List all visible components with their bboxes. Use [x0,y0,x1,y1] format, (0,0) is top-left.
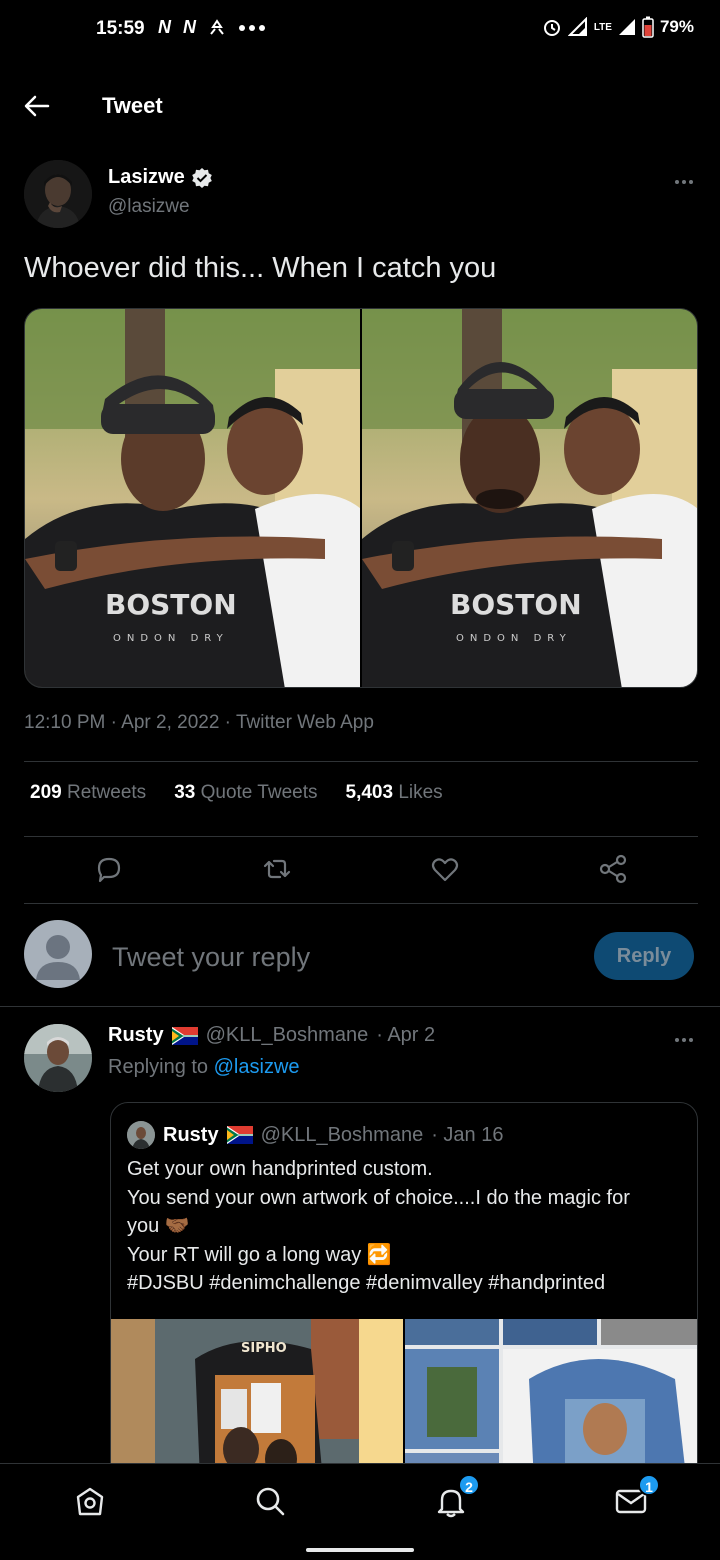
shirt-print-subtext: ONDON DRY [113,633,229,644]
likes-stat[interactable]: 5,403 Likes [346,782,443,804]
quote-author-name: Rusty [163,1123,219,1146]
reply-composer: Tweet your reply Reply [24,920,696,990]
divider [0,1006,720,1007]
quote-date: · Jan 16 [431,1123,504,1146]
retweets-count: 209 [30,782,62,803]
alarm-icon [543,20,560,36]
search-icon[interactable] [253,1484,287,1518]
notifications-tab[interactable]: 2 [434,1474,480,1518]
tweet-photo-1[interactable]: BOSTON ONDON DRY [25,309,360,687]
quote-text: Get your own handprinted custom. You sen… [127,1155,687,1298]
quote-tweets-count: 33 [174,782,196,803]
notifications-badge: 2 [458,1474,480,1496]
likes-label: Likes [398,782,443,803]
tweet-author: Lasizwe @lasizwe [24,160,696,232]
reply-button[interactable]: Reply [594,932,694,980]
quote-author-avatar [127,1121,155,1149]
south-africa-flag-icon [171,1026,198,1045]
bottom-nav: 2 1 [0,1463,720,1560]
home-icon[interactable] [73,1484,107,1518]
quote-hashtags: #DJSBU #denimchallenge #denimvalley #han… [127,1272,606,1294]
tweet-stats: 209 Retweets 33 Quote Tweets 5,403 Likes [30,782,443,804]
reply-header: Rusty @KLL_Boshmane · Apr 2 [108,1024,435,1047]
shirt-print-text: BOSTON [450,588,582,621]
shirt-print-subtext: ONDON DRY [456,633,572,644]
tweet-timestamp: 12:10 PM · Apr 2, 2022 · Twitter Web App [24,712,374,733]
divider [24,761,698,762]
netflix-icon: N [183,17,196,37]
more-dots-icon [239,24,265,31]
reply-author-handle: @KLL_Boshmane [205,1024,369,1046]
tweet-media[interactable]: BOSTON ONDON DRY BOSTON ONDON DRY [24,308,698,688]
jacket-print-text: SIPHO [241,1341,287,1356]
quote-tweets-label: Quote Tweets [200,782,318,803]
battery-level: 79% [659,17,694,36]
signal-icon [618,19,635,35]
tweet-text: Whoever did this... When I catch you [24,252,497,284]
retweet-icon[interactable] [260,852,294,886]
reply-author-avatar[interactable] [24,1024,92,1092]
tweet-photo-2[interactable]: BOSTON ONDON DRY [362,309,697,687]
shirt-print-text: BOSTON [105,588,237,621]
battery-icon [642,16,654,38]
status-bar: 15:59 N N LTE 79% [0,0,720,60]
like-heart-icon[interactable] [428,852,462,886]
verified-badge-icon [191,167,212,188]
quote-header: Rusty @KLL_Boshmane · Jan 16 [127,1121,503,1149]
status-time: 15:59 [96,18,145,39]
tweet-actions [24,852,698,888]
quoted-tweet[interactable]: Rusty @KLL_Boshmane · Jan 16 Get your ow… [110,1102,698,1502]
top-bar: Tweet [0,76,720,136]
back-arrow-icon[interactable] [24,93,50,119]
divider [24,836,698,837]
replying-prefix: Replying to [108,1056,209,1078]
recycle-icon [210,18,224,35]
quote-tweets-stat[interactable]: 33 Quote Tweets [174,782,317,804]
reply-date: · Apr 2 [376,1024,436,1046]
notification-icons: N N [158,17,266,38]
author-name-text: Lasizwe [108,166,185,188]
quote-line: Your RT will go a long way 🔁 [127,1243,392,1266]
likes-count: 5,403 [345,782,394,803]
signal-icon [567,17,587,36]
author-name[interactable]: Lasizwe [108,166,213,189]
reply-input[interactable]: Tweet your reply [112,942,310,973]
retweets-stat[interactable]: 209 Retweets [30,782,146,804]
home-indicator[interactable] [306,1548,414,1552]
author-handle: @lasizwe [108,196,190,217]
quote-line: Get your own handprinted custom. [127,1158,433,1180]
reply-icon[interactable] [92,852,126,886]
more-options-icon[interactable] [672,1028,696,1052]
reply-author-name[interactable]: Rusty [108,1024,164,1047]
quote-line: You send your own artwork of choice....I… [127,1186,630,1209]
page-title: Tweet [102,93,163,118]
share-icon[interactable] [596,852,630,886]
replying-to: Replying to @lasizwe [108,1056,300,1079]
south-africa-flag-icon [226,1126,253,1144]
more-options-icon[interactable] [672,170,696,194]
messages-badge: 1 [638,1474,660,1496]
messages-tab[interactable]: 1 [614,1474,660,1518]
divider [24,903,698,904]
quote-line: you 🤝🏾 [127,1215,190,1237]
user-avatar[interactable] [24,920,92,988]
quote-author-handle: @KLL_Boshmane [260,1123,424,1146]
replying-to-link[interactable]: @lasizwe [214,1056,300,1078]
netflix-icon: N [158,17,171,37]
retweets-label: Retweets [66,782,147,803]
status-right: LTE 79% [542,16,694,38]
author-avatar[interactable] [24,160,92,228]
network-type: LTE [593,21,612,33]
